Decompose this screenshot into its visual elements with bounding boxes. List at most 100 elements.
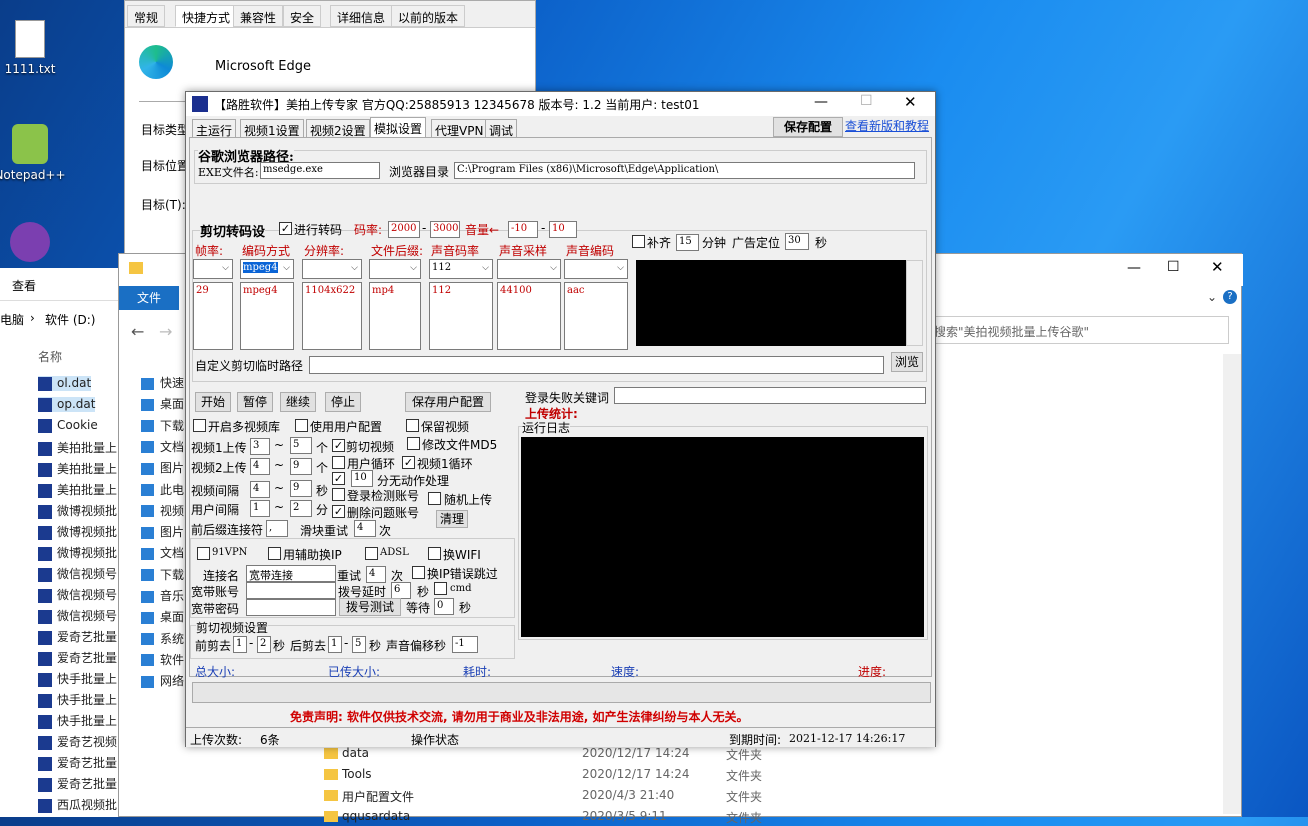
keep-video-checkbox[interactable] xyxy=(406,419,419,432)
fail-keyword-input[interactable] xyxy=(614,387,926,404)
bitrate-min-input[interactable]: 2000 xyxy=(388,221,420,238)
vi-min-input[interactable]: 4 xyxy=(250,481,270,498)
tc-col-select[interactable]: ⌵ xyxy=(564,259,628,279)
audio-offset-input[interactable]: -1 xyxy=(452,636,478,653)
front-cut-max-input[interactable]: 2 xyxy=(257,636,271,653)
tc-col-list[interactable]: 1104x622 xyxy=(302,282,362,350)
list-item[interactable]: 爱奇艺批量 xyxy=(38,754,117,771)
tab-previous[interactable]: 以前的版本 xyxy=(391,5,466,27)
aux-ip-checkbox[interactable] xyxy=(268,547,281,560)
search-input[interactable]: 搜索"美拍视频批量上传谷歌" xyxy=(929,316,1229,344)
nav-item[interactable]: 音乐 xyxy=(141,587,184,604)
v1-max-input[interactable]: 5 xyxy=(290,437,312,454)
tab-main[interactable]: 主运行 xyxy=(192,119,237,138)
list-item[interactable]: Cookie xyxy=(38,418,98,433)
tc-col-select[interactable]: 112 ⌵ xyxy=(429,259,493,279)
desktop-icon-txt[interactable]: 1111.txt xyxy=(0,20,70,76)
desktop-icon-notepadpp[interactable]: Notepad++ xyxy=(0,124,70,182)
ribbon-view[interactable]: 查看 xyxy=(12,277,36,294)
conn-name-input[interactable]: 宽带连接 xyxy=(246,565,336,582)
tc-col-list[interactable]: mp4 xyxy=(369,282,421,350)
vi-max-input[interactable]: 9 xyxy=(290,480,312,497)
nav-item[interactable]: 下载 xyxy=(141,417,184,434)
save-user-button[interactable]: 保存用户配置 xyxy=(405,392,491,412)
temp-path-input[interactable] xyxy=(309,356,884,374)
nav-item[interactable]: 系统 xyxy=(141,630,184,647)
v2-min-input[interactable]: 4 xyxy=(250,458,270,475)
back-cut-max-input[interactable]: 5 xyxy=(352,636,366,653)
volume-min-input[interactable]: -10 xyxy=(508,221,538,238)
tc-col-list[interactable]: mpeg4 xyxy=(240,282,294,350)
slider-retry-input[interactable]: 4 xyxy=(354,520,376,537)
nav-item[interactable]: 视频 xyxy=(141,502,184,519)
pad-checkbox[interactable] xyxy=(632,235,645,248)
nav-item[interactable]: 图片 xyxy=(141,523,184,540)
user-loop-checkbox[interactable] xyxy=(332,456,345,469)
preview-scrollbar[interactable] xyxy=(906,260,923,346)
tc-col-select[interactable]: mpeg4 ⌵ xyxy=(240,259,294,279)
browser-dir-input[interactable]: C:\Program Files (x86)\Microsoft\Edge\Ap… xyxy=(454,162,915,179)
tc-col-list[interactable]: 112 xyxy=(429,282,493,350)
nav-item[interactable]: 图片 xyxy=(141,459,184,476)
cmd-checkbox[interactable] xyxy=(434,582,447,595)
list-item[interactable]: 微博视频批 xyxy=(38,544,117,561)
list-item[interactable]: op.dat xyxy=(38,397,96,412)
tab-debug[interactable]: 调试 xyxy=(485,119,518,138)
tab-security[interactable]: 安全 xyxy=(283,5,322,27)
tab-details[interactable]: 详细信息 xyxy=(330,5,393,27)
list-item[interactable]: 爱奇艺批量 xyxy=(38,628,117,645)
tc-col-select[interactable]: ⌵ xyxy=(369,259,421,279)
cut-video-checkbox[interactable]: ✓ xyxy=(332,439,345,452)
stop-button[interactable]: 停止 xyxy=(325,392,361,412)
nav-item[interactable]: 快速 xyxy=(141,374,184,391)
list-item[interactable]: 快手批量上 xyxy=(38,691,117,708)
transcode-checkbox[interactable]: ✓ xyxy=(279,222,292,235)
list-item[interactable]: 微信视频号 xyxy=(38,565,117,582)
tc-col-select[interactable]: ⌵ xyxy=(302,259,362,279)
minimize-icon[interactable]: — xyxy=(1127,260,1141,276)
nav-item[interactable]: 网络 xyxy=(141,672,184,689)
github-desktop-icon[interactable] xyxy=(10,222,50,262)
close-icon[interactable]: ✕ xyxy=(904,93,917,111)
wait-input[interactable]: 0 xyxy=(434,598,454,615)
list-item[interactable]: 微信视频号 xyxy=(38,607,117,624)
nav-item[interactable]: 软件 xyxy=(141,651,184,668)
tab-compat[interactable]: 兼容性 xyxy=(233,5,284,27)
tc-col-list[interactable]: 44100 xyxy=(497,282,561,350)
list-item[interactable]: 快手批量上 xyxy=(38,670,117,687)
list-item[interactable]: 西瓜视频批 xyxy=(38,796,117,813)
nav-item[interactable]: 文档 xyxy=(141,544,184,561)
resume-button[interactable]: 继续 xyxy=(280,392,316,412)
v1-loop-checkbox[interactable]: ✓ xyxy=(402,456,415,469)
list-item[interactable]: 微信视频号 xyxy=(38,586,117,603)
ui-max-input[interactable]: 2 xyxy=(290,500,312,517)
tab-general[interactable]: 常规 xyxy=(127,5,166,27)
v2-max-input[interactable]: 9 xyxy=(290,458,312,475)
list-item[interactable]: 爱奇艺批量 xyxy=(38,775,117,792)
bitrate-max-input[interactable]: 3000 xyxy=(430,221,460,238)
vpn91-checkbox[interactable] xyxy=(197,547,210,560)
password-input[interactable] xyxy=(246,599,336,616)
close-icon[interactable]: ✕ xyxy=(1211,258,1224,276)
forward-icon[interactable]: → xyxy=(159,322,172,341)
maximize-icon[interactable]: ☐ xyxy=(860,93,873,109)
clean-button[interactable]: 清理 xyxy=(436,510,468,528)
back-cut-min-input[interactable]: 1 xyxy=(328,636,342,653)
ad-input[interactable]: 30 xyxy=(785,233,809,250)
list-item[interactable]: 微博视频批 xyxy=(38,502,117,519)
list-item[interactable]: ol.dat xyxy=(38,376,92,391)
file-tab[interactable]: 文件 xyxy=(119,286,179,310)
list-item[interactable]: 爱奇艺批量 xyxy=(38,649,117,666)
list-item[interactable]: 美拍批量上 xyxy=(38,481,117,498)
nav-item[interactable]: 下载 xyxy=(141,566,184,583)
dial-delay-input[interactable]: 6 xyxy=(391,582,411,599)
nav-item[interactable]: 文档 xyxy=(141,438,184,455)
wifi-checkbox[interactable] xyxy=(428,547,441,560)
tc-col-select[interactable]: ⌵ xyxy=(497,259,561,279)
browse-button[interactable]: 浏览 xyxy=(891,352,923,372)
list-item[interactable]: 美拍批量上 xyxy=(38,439,117,456)
help-icon[interactable]: ? xyxy=(1223,290,1237,304)
list-item[interactable]: 快手批量上 xyxy=(38,712,117,729)
delete-problem-checkbox[interactable]: ✓ xyxy=(332,505,345,518)
tc-col-list[interactable]: aac xyxy=(564,282,628,350)
